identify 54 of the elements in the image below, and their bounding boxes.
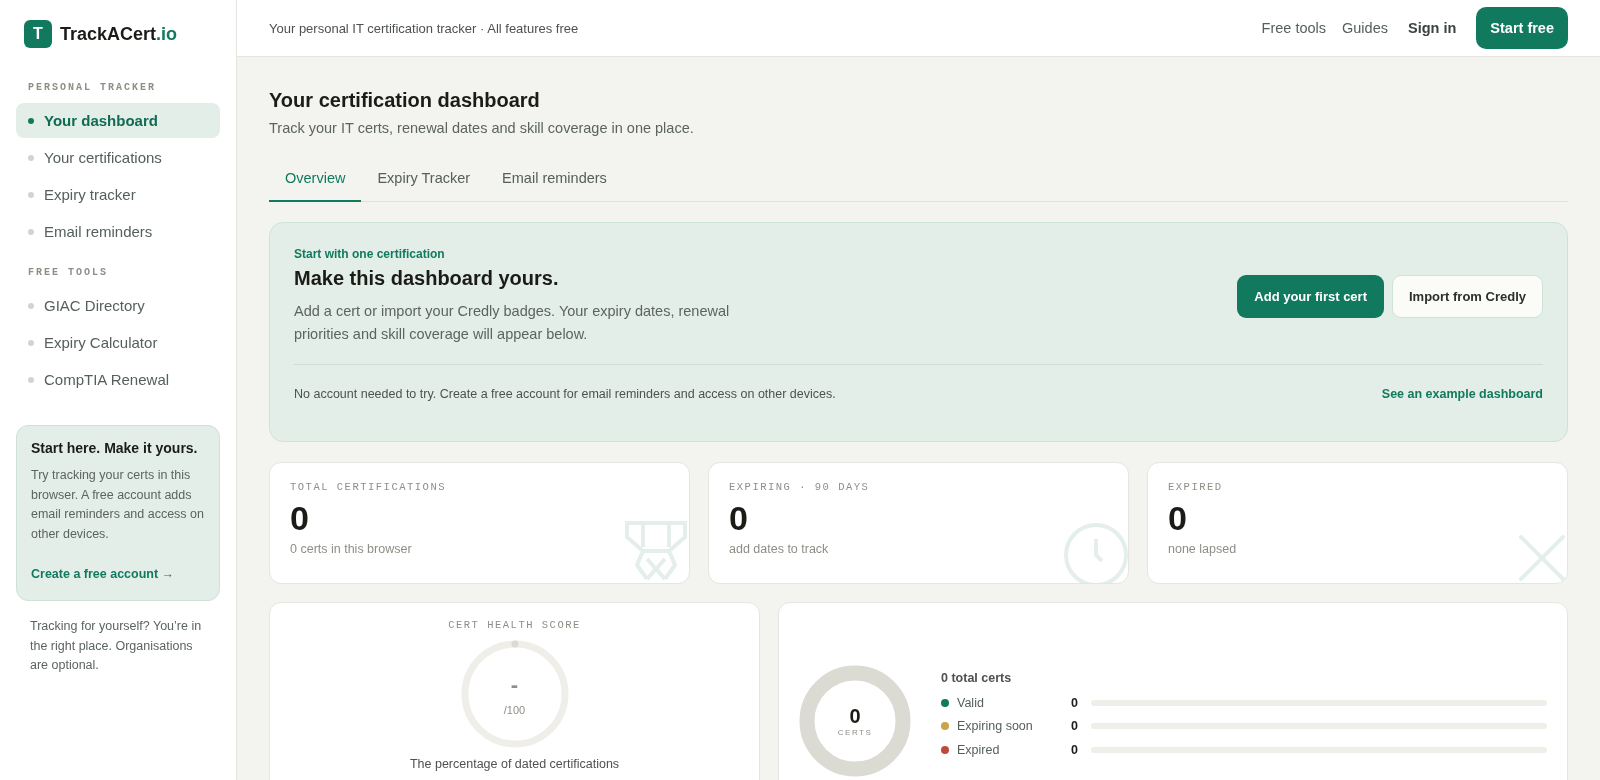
section-heading: PERSONAL TRACKER: [27, 81, 157, 95]
legend-label: Valid: [957, 695, 985, 710]
stat-caption: add dates to track: [729, 542, 830, 556]
hero-footnote: No account needed to try. Create a free account for email reminders and access on other devices.: [294, 387, 836, 401]
stat-label: EXPIRED: [1168, 481, 1224, 493]
donut-label: CERTS: [837, 728, 873, 737]
sidebar-item[interactable]: Expiry tracker: [16, 177, 220, 212]
legend-label: Expiring soon: [957, 719, 1034, 734]
tab[interactable]: Overview: [269, 158, 362, 202]
tab[interactable]: Email reminders: [486, 158, 623, 202]
import-button[interactable]: Import from Credly: [1392, 275, 1543, 318]
donut-value: 0: [849, 705, 861, 728]
hero-eyebrow: Start with one certification: [294, 247, 446, 261]
sidebar-item[interactable]: Expiry Calculator: [16, 325, 220, 360]
sidebar-note: Tracking for yourself? You’re in the right place. Organisations are optional.: [29, 618, 203, 674]
promo-text: Try tracking your certs in this browser. A free account adds email reminders and access on other devices.: [31, 467, 205, 543]
legend-count: 0: [1071, 742, 1079, 757]
nav-link[interactable]: Guides: [1342, 20, 1388, 36]
hero-text: Add a cert or import your Credly badges. Your expiry dates, renewal priorities and skill coverage will appear below.: [294, 302, 731, 344]
tagline: Your personal IT certification tracker · All features free: [269, 20, 579, 36]
example-dashboard-link[interactable]: See an example dashboard: [1381, 387, 1543, 401]
nav-link[interactable]: Free tools: [1261, 20, 1327, 36]
stat-value: 0: [290, 499, 310, 538]
total-certs: 0 total certs: [941, 671, 1013, 685]
stat-label: TOTAL CERTIFICATIONS: [290, 481, 448, 493]
sidebar-item[interactable]: CompTIA Renewal: [16, 362, 220, 397]
add-cert-button[interactable]: Add your first cert: [1237, 275, 1384, 318]
page-subtitle: Track your IT certs, renewal dates and skill coverage in one place.: [269, 120, 695, 136]
brand-name[interactable]: TrackACert.io: [60, 23, 178, 45]
logo-icon: T: [24, 20, 52, 48]
sign-in-link[interactable]: Sign in: [1408, 20, 1457, 36]
promo-title: Start here. Make it yours.: [31, 440, 199, 456]
hero-title: Make this dashboard yours.: [294, 267, 560, 290]
sidebar-item[interactable]: Email reminders: [16, 214, 220, 249]
sidebar-item[interactable]: GIAC Directory: [16, 288, 220, 323]
section-heading: FREE TOOLS: [27, 266, 109, 280]
stat-label: EXPIRING · 90 DAYS: [729, 481, 871, 493]
score-max: /100: [503, 704, 526, 716]
health-label: CERT HEALTH SCORE: [448, 619, 581, 631]
create-account-link[interactable]: Create a free account →: [31, 567, 175, 581]
stat-caption: 0 certs in this browser: [290, 542, 413, 556]
health-caption: The percentage of dated certifications: [409, 757, 620, 771]
health-score: -: [510, 672, 519, 698]
legend-count: 0: [1071, 695, 1079, 710]
stat-value: 0: [1168, 499, 1188, 538]
page-title: Your certification dashboard: [269, 89, 541, 112]
stat-caption: none lapsed: [1168, 542, 1238, 556]
sidebar-item[interactable]: Your dashboard: [16, 103, 220, 138]
start-free-button[interactable]: Start free: [1476, 7, 1568, 49]
legend-label: Expired: [957, 742, 1001, 757]
stat-value: 0: [729, 499, 749, 538]
tab[interactable]: Expiry Tracker: [361, 158, 487, 202]
sidebar-item[interactable]: Your certifications: [16, 140, 220, 175]
legend-count: 0: [1071, 719, 1079, 734]
